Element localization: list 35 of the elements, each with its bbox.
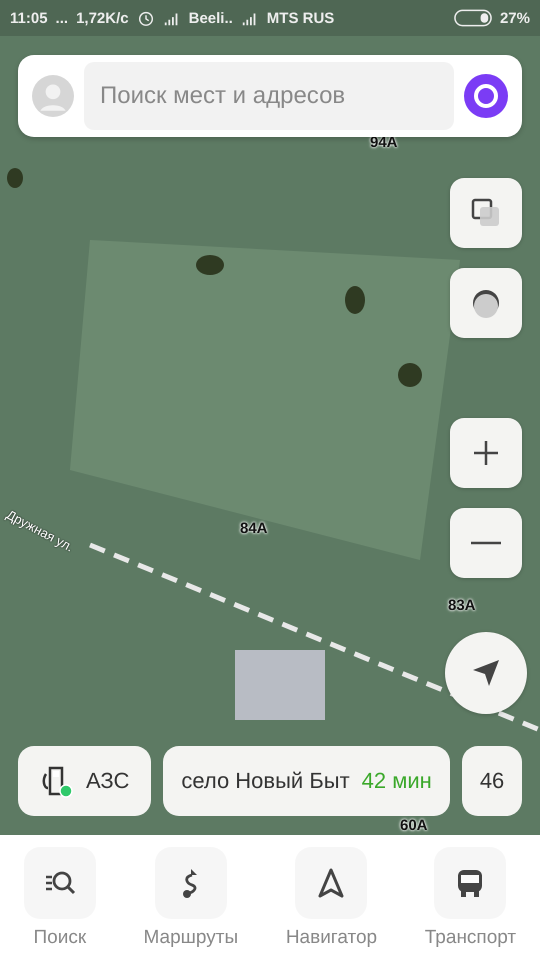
tree <box>7 168 23 188</box>
clock: 11:05 <box>10 10 48 26</box>
chip-label: АЗС <box>86 768 130 794</box>
zoom-in-button[interactable] <box>450 418 522 488</box>
chip-label: 46 <box>480 768 504 794</box>
tree <box>196 255 224 275</box>
location-arrow-icon <box>471 658 501 688</box>
minus-icon <box>471 541 501 545</box>
address-label: 83A <box>448 597 476 614</box>
address-label: 84A <box>240 520 268 537</box>
globe-icon <box>471 288 501 318</box>
category-chip[interactable]: 46 <box>462 746 522 816</box>
search-field[interactable]: Поиск мест и адресов <box>84 62 454 130</box>
address-label: 60A <box>400 817 428 834</box>
notification-dots: ... <box>56 10 68 26</box>
chip-label: село Новый Быт <box>181 768 350 794</box>
voice-assistant-icon[interactable] <box>464 74 508 118</box>
layers-button[interactable] <box>450 178 522 248</box>
tree <box>345 286 365 314</box>
zoom-out-button[interactable] <box>450 508 522 578</box>
category-chip[interactable]: АЗС <box>18 746 152 816</box>
plus-icon <box>471 438 501 468</box>
layers-icon <box>471 198 501 228</box>
route-chip[interactable]: село Новый Быт 42 мин <box>163 746 450 816</box>
battery-icon <box>454 9 492 27</box>
battery-percent: 27% <box>500 10 530 26</box>
map-style-button[interactable] <box>450 268 522 338</box>
fuel-station-icon <box>40 764 74 798</box>
carrier-name: MTS RUS <box>266 10 334 26</box>
address-label: 94A <box>370 134 398 151</box>
network-speed: 1,72K/c <box>76 10 129 26</box>
carrier-name: Beeli.. <box>188 10 233 26</box>
tree <box>398 363 422 387</box>
travel-time: 42 мин <box>362 768 432 794</box>
alarm-icon <box>136 9 155 27</box>
